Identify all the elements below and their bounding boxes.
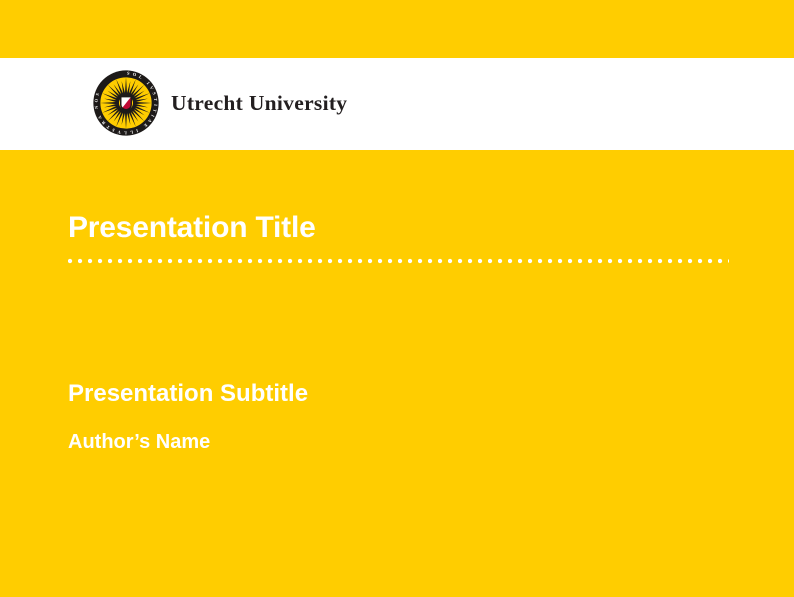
author-name: Author’s Name bbox=[68, 430, 210, 454]
top-accent-band bbox=[0, 0, 794, 58]
university-logo: SOL IVSTITIAE ILLVSTRA NOS Utrecht Unive… bbox=[92, 69, 347, 137]
university-seal-icon: SOL IVSTITIAE ILLVSTRA NOS bbox=[92, 69, 160, 137]
header-band: SOL IVSTITIAE ILLVSTRA NOS Utrecht Unive… bbox=[0, 58, 794, 150]
presentation-subtitle: Presentation Subtitle bbox=[68, 380, 308, 408]
title-slide: SOL IVSTITIAE ILLVSTRA NOS Utrecht Unive… bbox=[0, 0, 794, 597]
presentation-title: Presentation Title bbox=[68, 211, 316, 245]
main-band: Presentation Title Presentation Subtitle… bbox=[0, 150, 794, 597]
dotted-divider bbox=[68, 258, 729, 264]
university-wordmark: Utrecht University bbox=[171, 91, 347, 116]
